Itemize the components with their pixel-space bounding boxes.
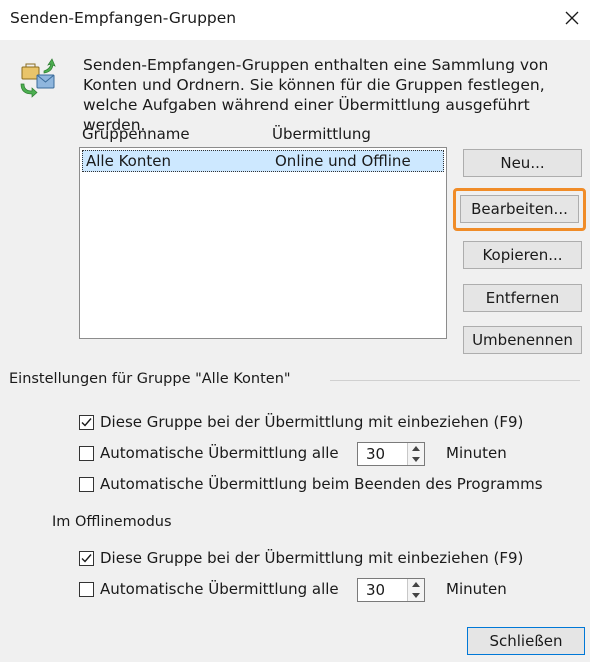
auto-transfer-label: Automatische Übermittlung alle	[100, 444, 339, 462]
offline-mode-label: Im Offlinemodus	[52, 514, 172, 530]
include-group-checkbox[interactable]	[79, 415, 94, 430]
window-title: Senden-Empfangen-Gruppen	[10, 9, 237, 27]
remove-button[interactable]: Entfernen	[463, 284, 582, 312]
group-name-cell: Alle Konten	[86, 152, 171, 170]
edit-button[interactable]: Bearbeiten...	[460, 195, 579, 223]
column-header-transfer: Übermittlung	[272, 125, 371, 143]
column-header-name: Gruppenname	[82, 125, 190, 143]
settings-group-label: Einstellungen für Gruppe "Alle Konten"	[9, 371, 291, 387]
offline-include-group-label: Diese Gruppe bei der Übermittlung mit ei…	[100, 549, 524, 567]
copy-button[interactable]: Kopieren...	[463, 241, 582, 269]
new-button[interactable]: Neu...	[463, 149, 582, 177]
group-transfer-cell: Online und Offline	[275, 152, 411, 170]
offline-auto-transfer-checkbox[interactable]	[79, 582, 94, 597]
title-bar: Senden-Empfangen-Gruppen	[0, 0, 590, 40]
transfer-on-exit-checkbox[interactable]	[79, 477, 94, 492]
rename-button[interactable]: Umbenennen	[463, 326, 582, 354]
offline-spinner-buttons	[407, 579, 424, 601]
offline-minutes-value: 30	[366, 581, 386, 599]
include-group-label: Diese Gruppe bei der Übermittlung mit ei…	[100, 413, 524, 431]
close-icon[interactable]	[558, 2, 586, 34]
minutes-unit: Minuten	[446, 444, 507, 462]
offline-minutes-unit: Minuten	[446, 580, 507, 598]
spin-down-icon[interactable]	[408, 590, 424, 601]
offline-include-group-checkbox[interactable]	[79, 551, 94, 566]
group-separator	[330, 380, 580, 381]
minutes-value: 30	[366, 445, 386, 463]
send-receive-groups-icon	[18, 58, 58, 98]
auto-transfer-checkbox[interactable]	[79, 446, 94, 461]
intro-text: Senden-Empfangen-Gruppen enthalten eine …	[83, 56, 549, 134]
offline-minutes-spinner[interactable]: 30	[357, 578, 425, 602]
transfer-on-exit-label: Automatische Übermittlung beim Beenden d…	[100, 475, 543, 493]
spinner-buttons	[407, 443, 424, 465]
close-dialog-button[interactable]: Schließen	[467, 627, 585, 655]
spin-down-icon[interactable]	[408, 454, 424, 465]
offline-auto-transfer-label: Automatische Übermittlung alle	[100, 580, 339, 598]
list-row-alle-konten[interactable]: Alle Konten Online und Offline	[82, 150, 444, 172]
groups-listbox[interactable]: Alle Konten Online und Offline	[79, 147, 447, 339]
minutes-spinner[interactable]: 30	[357, 442, 425, 466]
